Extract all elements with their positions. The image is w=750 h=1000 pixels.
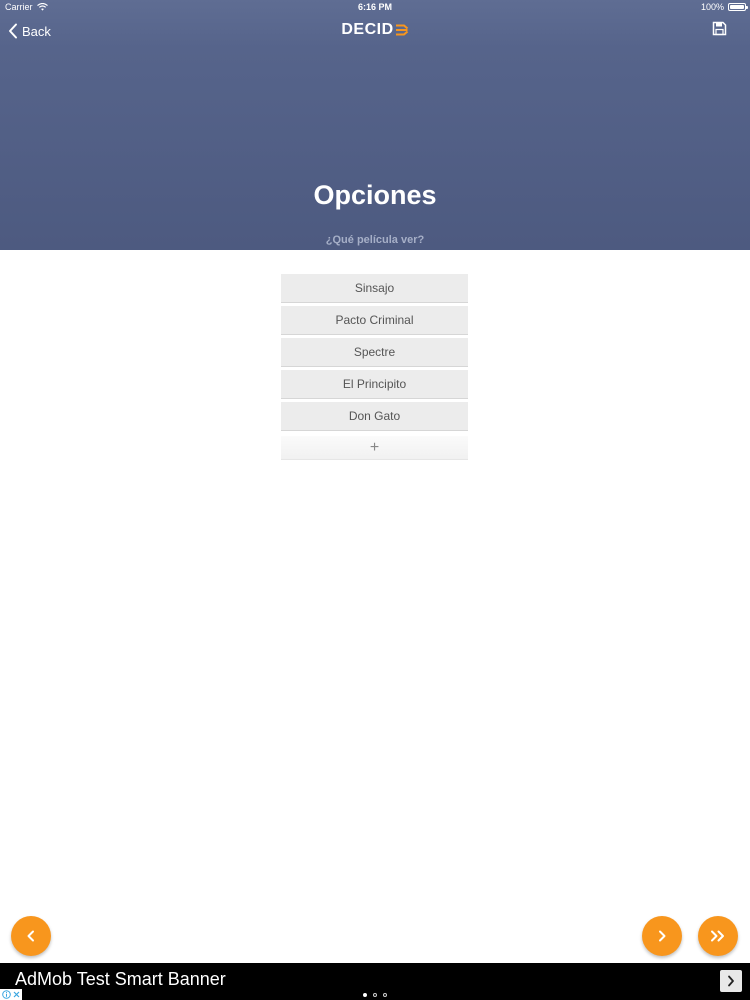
page-indicator — [0, 993, 750, 997]
ad-banner-text: AdMob Test Smart Banner — [15, 969, 226, 989]
option-item[interactable]: Don Gato — [281, 402, 468, 431]
option-item[interactable]: Sinsajo — [281, 274, 468, 303]
logo-mark-icon — [395, 24, 408, 36]
option-item[interactable]: Spectre — [281, 338, 468, 367]
option-item[interactable]: El Principito — [281, 370, 468, 399]
chevron-left-icon — [27, 930, 34, 942]
next-button[interactable] — [642, 916, 682, 956]
status-battery-group: 100% — [700, 2, 748, 12]
previous-button[interactable] — [11, 916, 51, 956]
ad-open-button[interactable] — [720, 970, 742, 992]
add-option-button[interactable]: + — [281, 436, 468, 460]
header-background: Carrier 6:16 PM 100% Back DECID Opciones… — [0, 0, 750, 250]
save-button[interactable] — [712, 21, 728, 39]
battery-percent: 100% — [700, 2, 724, 12]
page-subtitle: ¿Qué película ver? — [325, 234, 425, 246]
chevron-right-icon — [659, 930, 666, 942]
page-dot — [363, 993, 367, 997]
logo-text: DECID — [341, 21, 394, 38]
status-bar: Carrier 6:16 PM 100% — [0, 0, 750, 16]
page-title: Opciones — [313, 180, 437, 210]
page-dot — [383, 993, 387, 997]
double-chevron-right-icon — [711, 930, 724, 942]
option-item[interactable]: Pacto Criminal — [281, 306, 468, 335]
navigation-bar: Back DECID — [0, 16, 750, 48]
app-logo: DECID — [0, 21, 750, 39]
save-icon — [712, 21, 727, 36]
battery-icon — [728, 3, 748, 11]
chevron-right-icon — [728, 975, 734, 987]
status-time: 6:16 PM — [357, 2, 392, 12]
page-dot — [373, 993, 377, 997]
skip-to-end-button[interactable] — [698, 916, 738, 956]
options-list: Sinsajo Pacto Criminal Spectre El Princi… — [281, 274, 468, 460]
